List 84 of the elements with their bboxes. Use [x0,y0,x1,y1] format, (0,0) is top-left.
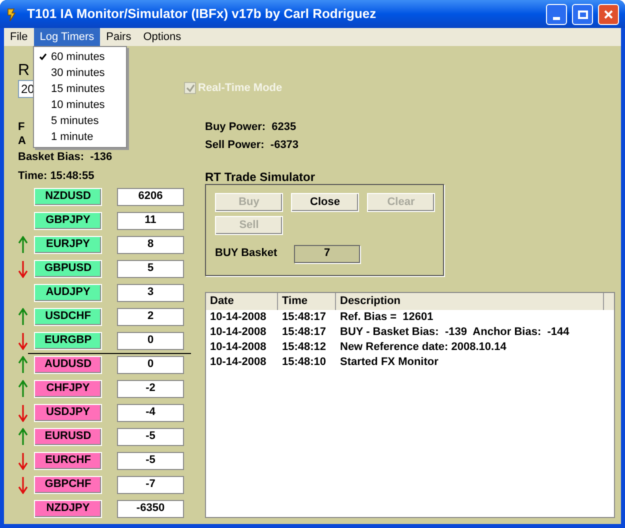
menu-item[interactable]: Pairs [100,28,138,46]
pair-label: EURCHF [34,452,102,470]
down-arrow-icon [18,452,28,470]
value-field: 0 [117,332,184,350]
column-header[interactable]: Description [336,292,604,310]
table-cell-text: 10-14-2008 [209,310,268,325]
menu-option[interactable]: 10 minutes [34,97,126,113]
value-field: 11 [117,212,184,230]
table-cell-text: 15:48:12 [281,340,328,355]
down-arrow-icon [18,476,28,494]
column-header[interactable]: Date [206,292,278,310]
column-header[interactable]: Time [278,292,336,310]
menu-option[interactable]: 30 minutes [34,65,126,81]
table-cell-text: 10-14-2008 [209,324,268,340]
pair-label: GBPUSD [34,260,102,278]
pair-label: AUDJPY [34,284,102,302]
menu-item[interactable]: File [4,28,34,46]
menu-item[interactable]: Log Timers [34,28,100,46]
value-field: -7 [117,476,184,494]
table-cell-text: 15:48:17 [281,310,328,325]
down-arrow-icon [18,404,28,422]
field-label: R [18,62,30,80]
pair-label: EURGBP [34,332,102,350]
basket-bias-label: Basket Bias: -136 [18,150,112,164]
value-field: 0 [117,356,184,374]
value-field: 2 [117,308,184,326]
table-cell-text: 10-14-2008 [209,354,268,370]
value-field: 6206 [117,188,184,206]
table-cell-text: Ref. Bias = 12601 [339,310,434,325]
window-title: T101 IA Monitor/Simulator (IBFx) v17b by Carl Rodriguez [27,5,378,24]
table-cell-text: 15:48:10 [281,354,328,370]
menu-option[interactable]: 1 minute [34,129,126,145]
pair-label: EURJPY [34,236,102,254]
up-arrow-icon [18,380,28,398]
basket-value-field: 7 [294,244,360,262]
minimize-icon [553,16,560,20]
pair-label: NZDUSD [34,188,102,206]
buy-power-label: Buy Power: 6235 [205,120,298,134]
down-arrow-icon [18,260,28,278]
value-field: -2 [117,380,184,398]
value-field: -5 [117,452,184,470]
pair-label: NZDJPY [34,500,102,518]
pair-label: USDCHF [34,308,102,326]
pair-label: EURUSD [34,428,102,446]
check-icon [186,84,194,93]
value-field: -6350 [117,500,184,518]
status-label: F [18,120,25,134]
sell-power-label: Sell Power: -6373 [205,138,300,153]
value-field: 3 [117,284,184,302]
value-field: 8 [117,236,184,254]
simulator-button[interactable]: Close [291,192,359,212]
basket-label: BUY Basket [215,246,278,262]
pair-label: GBPJPY [34,212,102,230]
group-title: RT Trade Simulator [205,170,316,184]
value-field: 5 [117,260,184,278]
pair-label: GBPCHF [34,476,102,494]
table-cell-text: 15:48:17 [281,324,328,340]
status-label: A [18,134,26,148]
down-arrow-icon [18,332,28,350]
value-field: -5 [117,428,184,446]
menu-option[interactable]: 60 minutes [34,49,126,65]
up-arrow-icon [18,428,28,446]
up-arrow-icon [18,308,28,326]
close-icon [603,8,614,20]
menu-option[interactable]: 5 minutes [34,113,126,129]
up-arrow-icon [18,236,28,254]
close-button[interactable] [598,4,619,24]
table-cell-text: 10-14-2008 [209,340,268,355]
up-arrow-icon [18,356,28,374]
time-label: Time: 15:48:55 [18,169,94,184]
pair-label: USDJPY [34,404,102,422]
checkbox-label: Real-Time Mode [198,81,282,96]
value-field: -4 [117,404,184,422]
maximize-button[interactable] [572,4,593,24]
pair-label: CHFJPY [34,380,102,398]
check-icon [38,53,46,61]
table-cell-text: Started FX Monitor [339,354,440,370]
minimize-button[interactable] [546,4,567,24]
maximize-icon [578,10,588,18]
table-cell-text: New Reference date: 2008.10.14 [339,340,508,355]
pair-label: AUDUSD [34,356,102,374]
table-cell-text: BUY - Basket Bias: -139 Anchor Bias: -144 [339,324,570,340]
menu-option[interactable]: 15 minutes [34,81,126,97]
menu-item[interactable]: Options [137,28,188,46]
